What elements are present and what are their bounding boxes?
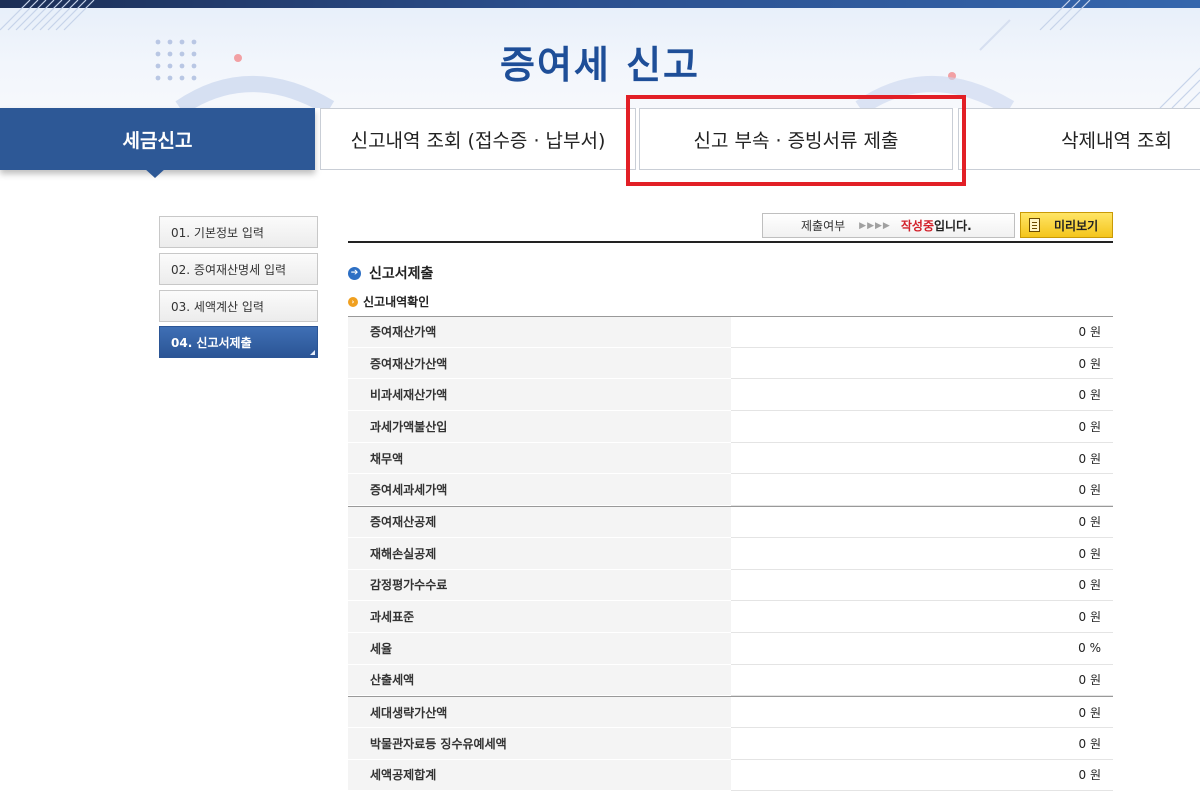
main-tabs: 세금신고 신고내역 조회 (접수증 · 납부서) 신고 부속 · 증빙서류 제출…: [0, 108, 1200, 170]
circle-arrow-icon: ➔: [348, 266, 361, 280]
row-label: 과세표준: [348, 601, 731, 633]
preview-button[interactable]: 미리보기: [1020, 212, 1113, 238]
table-row: 증여세과세가액 0 원: [348, 474, 1113, 507]
row-label: 증여세과세가액: [348, 474, 731, 507]
section-title-text: 신고서제출: [369, 266, 434, 282]
row-label: 비과세재산가액: [348, 379, 731, 412]
row-value: 0 원: [731, 570, 1113, 602]
table-row: 비과세재산가액 0 원: [348, 379, 1113, 412]
row-label: 감정평가수수료: [348, 569, 731, 602]
filing-summary-table: 증여재산가액 0 원 증여재산가산액 0 원 비과세재산가액 0 원 과세가액불산입 0…: [348, 316, 1113, 792]
table-row: 산출세액 0 원: [348, 664, 1113, 697]
row-label: 증여재산가액: [348, 316, 731, 348]
section-title: ➔ 신고서제출: [348, 263, 433, 283]
orange-bullet-icon: ›: [348, 296, 358, 307]
row-value: 0 원: [731, 316, 1113, 348]
table-row: 과세표준 0 원: [348, 601, 1113, 633]
row-label: 세액공제합계: [348, 759, 731, 792]
tab-filing-history[interactable]: 신고내역 조회 (접수증 · 납부서): [320, 108, 636, 170]
table-top-rule: [348, 241, 1113, 243]
table-row: 재해손실공제 0 원: [348, 537, 1113, 570]
document-icon: [1029, 218, 1040, 232]
tab-tax-filing[interactable]: 세금신고: [0, 108, 315, 170]
row-label: 증여재산가산액: [348, 347, 731, 380]
status-value: 작성중: [900, 219, 934, 233]
row-value: 0 원: [731, 696, 1113, 728]
step-gift-property[interactable]: 02. 증여재산명세 입력: [159, 253, 318, 285]
row-value: 0 원: [731, 474, 1113, 507]
status-arrows: ▶▶▶▶: [859, 220, 891, 231]
row-label: 산출세액: [348, 664, 731, 697]
table-row: 증여재산가산액 0 원: [348, 347, 1113, 380]
row-value: 0 원: [731, 506, 1113, 538]
row-value: 0 원: [731, 760, 1113, 792]
page-title: 증여세 신고: [499, 43, 701, 87]
active-tab-pointer: [144, 168, 166, 178]
row-value: 0 원: [731, 443, 1113, 475]
row-value: 0 %: [731, 633, 1113, 665]
row-value: 0 원: [731, 665, 1113, 697]
row-label: 채무액: [348, 442, 731, 475]
table-row: 증여재산가액 0 원: [348, 316, 1113, 348]
status-suffix: 입니다.: [933, 219, 972, 233]
subsection-title-text: 신고내역확인: [363, 295, 430, 309]
row-label: 세대생략가산액: [348, 696, 731, 728]
status-label: 제출여부: [801, 219, 846, 233]
table-row: 과세가액불산입 0 원: [348, 411, 1113, 443]
preview-label: 미리보기: [1054, 218, 1099, 233]
tab-deleted-history[interactable]: 삭제내역 조회: [958, 108, 1200, 170]
row-label: 박물관자료등 징수유예세액: [348, 727, 731, 760]
row-value: 0 원: [731, 538, 1113, 570]
step-basic-info[interactable]: 01. 기본정보 입력: [159, 216, 318, 248]
step-tax-calculation[interactable]: 03. 세액계산 입력: [159, 290, 318, 322]
step-return-submission[interactable]: 04. 신고서제출: [159, 326, 318, 358]
page-banner: 증여세 신고: [0, 0, 1200, 108]
subsection-title: › 신고내역확인: [348, 293, 429, 310]
row-label: 증여재산공제: [348, 506, 731, 538]
table-row: 감정평가수수료 0 원: [348, 569, 1113, 602]
row-label: 재해손실공제: [348, 537, 731, 570]
row-label: 세율: [348, 632, 731, 665]
table-row: 세액공제합계 0 원: [348, 759, 1113, 792]
row-label: 과세가액불산입: [348, 411, 731, 443]
table-row: 증여재산공제 0 원: [348, 506, 1113, 538]
table-row: 세대생략가산액 0 원: [348, 696, 1113, 728]
tab-attachment-submission[interactable]: 신고 부속 · 증빙서류 제출: [639, 108, 953, 170]
row-value: 0 원: [731, 601, 1113, 633]
row-value: 0 원: [731, 379, 1113, 412]
table-row: 채무액 0 원: [348, 442, 1113, 475]
row-value: 0 원: [731, 411, 1113, 443]
table-row: 세율 0 %: [348, 632, 1113, 665]
row-value: 0 원: [731, 728, 1113, 760]
table-row: 박물관자료등 징수유예세액 0 원: [348, 727, 1113, 760]
submission-status: 제출여부 ▶▶▶▶ 작성중 입니다.: [762, 213, 1015, 238]
row-value: 0 원: [731, 348, 1113, 380]
